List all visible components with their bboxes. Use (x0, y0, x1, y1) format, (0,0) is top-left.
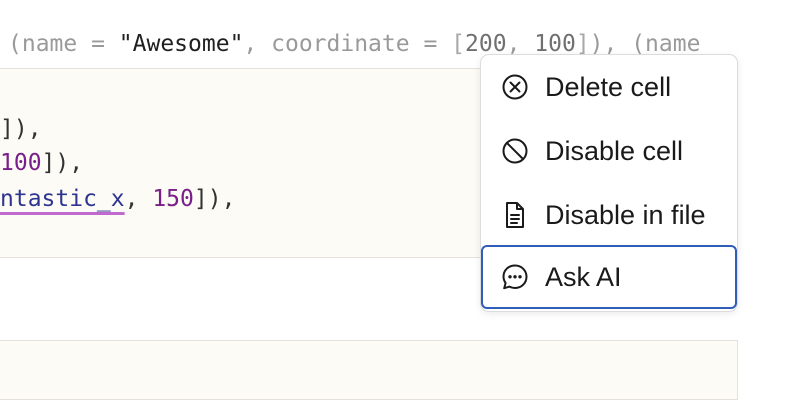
menu-item-label: Delete cell (545, 71, 672, 102)
output-name-value: "Awesome" (118, 31, 244, 57)
menu-item-disable-cell[interactable]: Disable cell (483, 121, 735, 181)
file-document-icon (499, 199, 531, 231)
menu-item-label: Ask AI (545, 261, 622, 292)
prohibited-icon (499, 135, 531, 167)
menu-item-ask-ai[interactable]: Ask AI (481, 245, 737, 309)
cell-context-menu: Delete cell Disable cell Disable in file (480, 54, 738, 312)
code-number: 150 (152, 186, 194, 212)
close-circle-icon (499, 71, 531, 103)
menu-item-label: Disable in file (545, 199, 706, 230)
next-code-cell[interactable] (0, 340, 738, 400)
output-coordinate-key: coordinate (271, 31, 410, 57)
output-name-key: name (21, 31, 78, 57)
code-line-1[interactable]: ]), (0, 113, 42, 145)
chat-bubble-icon (499, 261, 531, 293)
code-number: 100 (0, 150, 42, 176)
code-line-3[interactable]: ntastic_x, 150]), (0, 183, 235, 215)
menu-item-disable-in-file[interactable]: Disable in file (483, 185, 735, 245)
menu-item-label: Disable cell (545, 135, 684, 166)
menu-item-delete-cell[interactable]: Delete cell (483, 57, 735, 117)
code-identifier: ntastic_x (0, 186, 125, 212)
code-line-2[interactable]: 100]), (0, 147, 83, 179)
